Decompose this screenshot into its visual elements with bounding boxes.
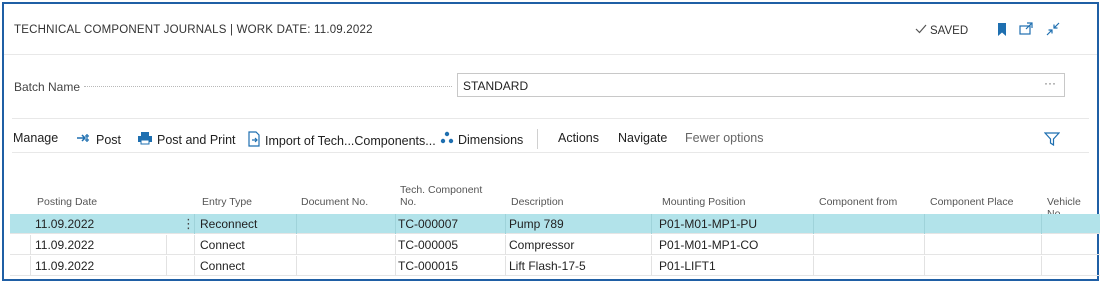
- action-bar: Manage Post Post and Print Import of Tec…: [4, 129, 1097, 149]
- bookmark-icon[interactable]: [993, 20, 1011, 38]
- cell-posting-date[interactable]: 11.09.2022: [35, 259, 94, 273]
- post-button[interactable]: Post: [76, 131, 121, 148]
- import-label: Import of Tech...Components...: [265, 133, 436, 148]
- batch-name-value: STANDARD: [463, 79, 529, 93]
- col-mounting-position[interactable]: Mounting Position: [662, 196, 745, 208]
- batch-dotted-leader: [84, 86, 452, 87]
- batch-name-label: Batch Name: [14, 80, 81, 94]
- cell-entry-type[interactable]: Reconnect: [200, 217, 257, 231]
- col-tech-component-no[interactable]: Tech. Component No.: [400, 184, 482, 208]
- cell-mounting-position[interactable]: P01-LIFT1: [659, 259, 716, 273]
- dimensions-label: Dimensions: [458, 132, 524, 147]
- cell-description[interactable]: Lift Flash-17-5: [509, 259, 586, 273]
- cell-divider: [813, 214, 814, 234]
- cell-divider: [166, 256, 167, 276]
- action-bar-separator: [537, 129, 538, 149]
- navigate-label: Navigate: [618, 131, 668, 145]
- batch-name-field[interactable]: STANDARD ···: [457, 73, 1065, 97]
- cell-divider: [395, 214, 396, 234]
- cell-posting-date[interactable]: 11.09.2022: [35, 238, 94, 252]
- col-entry-type[interactable]: Entry Type: [202, 196, 252, 208]
- manage-label: Manage: [13, 131, 59, 145]
- cell-divider: [924, 235, 925, 255]
- cell-description[interactable]: Compressor: [509, 238, 574, 252]
- saved-label: SAVED: [930, 24, 969, 37]
- cell-tech-component-no[interactable]: TC-000007: [398, 217, 458, 231]
- cell-tech-component-no[interactable]: TC-000015: [398, 259, 458, 273]
- cell-divider: [1041, 256, 1042, 276]
- navigate-menu[interactable]: Navigate: [618, 131, 667, 145]
- cell-entry-type[interactable]: Connect: [200, 238, 245, 252]
- cell-mounting-position[interactable]: P01-M01-MP1-PU: [659, 217, 757, 231]
- cell-posting-date[interactable]: 11.09.2022: [35, 217, 94, 231]
- cell-divider: [505, 256, 506, 276]
- row-menu-icon[interactable]: ⋮: [182, 216, 195, 232]
- cell-divider: [395, 235, 396, 255]
- cell-mounting-position[interactable]: P01-M01-MP1-CO: [659, 238, 758, 252]
- col-component-place[interactable]: Component Place: [930, 196, 1013, 208]
- cell-divider: [296, 235, 297, 255]
- post-and-print-label: Post and Print: [157, 132, 236, 147]
- table-row[interactable]: 11.09.2022 ⋮ Reconnect TC-000007 Pump 78…: [10, 214, 1100, 234]
- cell-divider: [30, 256, 31, 276]
- import-document-icon: [247, 131, 261, 150]
- col-component-from[interactable]: Component from: [819, 196, 897, 208]
- cell-divider: [505, 214, 506, 234]
- manage-menu[interactable]: Manage: [13, 131, 58, 145]
- dimensions-button[interactable]: Dimensions: [440, 131, 523, 148]
- filter-icon[interactable]: [1043, 132, 1061, 151]
- actions-menu[interactable]: Actions: [558, 131, 599, 145]
- col-description[interactable]: Description: [511, 196, 564, 208]
- cell-divider: [194, 235, 195, 255]
- col-tech-component-no-line1: Tech. Component: [400, 184, 483, 196]
- cell-divider: [296, 256, 297, 276]
- cell-divider: [651, 256, 652, 276]
- action-bar-divider: [12, 152, 1089, 153]
- cell-description[interactable]: Pump 789: [509, 217, 564, 231]
- cell-entry-type[interactable]: Connect: [200, 259, 245, 273]
- post-label: Post: [96, 132, 122, 147]
- post-icon: [76, 131, 92, 148]
- cell-divider: [395, 256, 396, 276]
- header-divider: [4, 54, 1097, 55]
- cell-tech-component-no[interactable]: TC-000005: [398, 238, 458, 252]
- fewer-options-button[interactable]: Fewer options: [685, 131, 764, 145]
- page-title: TECHNICAL COMPONENT JOURNALS | WORK DATE…: [14, 24, 373, 36]
- cell-divider: [296, 214, 297, 234]
- cell-divider: [1041, 235, 1042, 255]
- post-and-print-button[interactable]: Post and Print: [137, 131, 236, 148]
- open-new-window-icon[interactable]: [1017, 20, 1035, 38]
- page-frame: TECHNICAL COMPONENT JOURNALS | WORK DATE…: [2, 2, 1100, 281]
- cell-divider: [505, 235, 506, 255]
- printer-icon: [137, 131, 153, 148]
- col-tech-component-no-line2: No.: [400, 196, 417, 208]
- cell-divider: [30, 235, 31, 255]
- batch-divider: [12, 118, 1089, 119]
- collapse-icon[interactable]: [1044, 20, 1062, 38]
- import-tech-components-button[interactable]: Import of Tech...Components...: [247, 131, 436, 150]
- batch-lookup-button[interactable]: ···: [1044, 76, 1056, 90]
- cell-divider: [924, 214, 925, 234]
- cell-divider: [1041, 214, 1042, 234]
- dimensions-icon: [440, 131, 454, 148]
- cell-divider: [166, 235, 167, 255]
- table-row[interactable]: 11.09.2022 Connect TC-000015 Lift Flash-…: [10, 256, 1100, 276]
- col-posting-date[interactable]: Posting Date: [37, 196, 97, 208]
- saved-status: SAVED: [915, 24, 968, 37]
- cell-divider: [924, 256, 925, 276]
- cell-divider: [813, 235, 814, 255]
- col-document-no[interactable]: Document No.: [301, 196, 368, 208]
- checkmark-icon: [915, 24, 927, 37]
- fewer-options-label: Fewer options: [685, 131, 764, 145]
- cell-divider: [651, 235, 652, 255]
- cell-divider: [651, 214, 652, 234]
- cell-divider: [813, 256, 814, 276]
- table-row[interactable]: 11.09.2022 Connect TC-000005 Compressor …: [10, 235, 1100, 255]
- cell-divider: [194, 256, 195, 276]
- actions-label: Actions: [558, 131, 599, 145]
